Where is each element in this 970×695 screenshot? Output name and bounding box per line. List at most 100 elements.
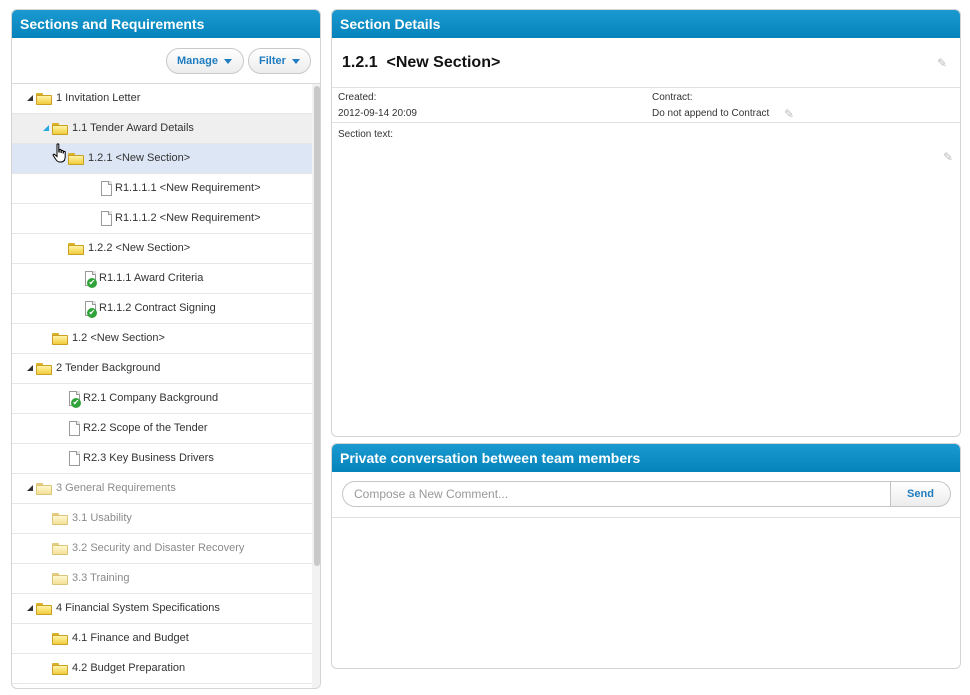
tree-row[interactable]: ✔ R1.1.1 Award Criteria [12, 264, 312, 294]
check-icon: ✔ [71, 398, 81, 408]
check-icon: ✔ [87, 308, 97, 318]
created-label: Created: [338, 92, 377, 103]
document-icon [69, 421, 80, 436]
folder-icon [52, 123, 68, 135]
tree-row-label: R1.1.1 Award Criteria [99, 272, 204, 284]
sections-panel: Sections and Requirements Manage Filter … [11, 9, 321, 689]
folder-icon [52, 633, 68, 645]
section-name: <New Section> [386, 54, 501, 71]
tree-row-label: R1.1.2 Contract Signing [99, 302, 216, 314]
document-icon: ✔ [69, 391, 81, 408]
section-details-header: Section Details [332, 10, 960, 38]
tree-row-label: 1.2.2 <New Section> [88, 242, 191, 254]
tree-row-label: 2 Tender Background [56, 362, 161, 374]
tree-row[interactable]: R1.1.1.2 <New Requirement> [12, 204, 312, 234]
tree-row[interactable]: 4.1 Finance and Budget [12, 624, 312, 654]
send-button[interactable]: Send [890, 481, 951, 507]
tree-row[interactable]: R2.2 Scope of the Tender [12, 414, 312, 444]
conversation-header: Private conversation between team member… [332, 444, 960, 472]
tree-row[interactable]: 3.1 Usability [12, 504, 312, 534]
tree-row-label: 3 General Requirements [56, 482, 176, 494]
check-icon: ✔ [87, 278, 97, 288]
hand-cursor-icon [52, 143, 66, 163]
tree-row[interactable]: 3.2 Security and Disaster Recovery [12, 534, 312, 564]
folder-icon [52, 513, 68, 525]
filter-button-label: Filter [259, 55, 286, 67]
manage-button[interactable]: Manage [166, 48, 244, 74]
section-meta: Created: 2012-09-14 20:09 Contract: Do n… [332, 88, 960, 123]
compose-row: Compose a New Comment... Send [332, 472, 960, 518]
tree-row-label: 1.2 <New Section> [72, 332, 165, 344]
tree-row[interactable]: ✔ R1.1.2 Contract Signing [12, 294, 312, 324]
contract-value: Do not append to Contract [652, 108, 770, 119]
tree-row-label: R1.1.1.1 <New Requirement> [115, 182, 261, 194]
filter-button[interactable]: Filter [248, 48, 311, 74]
contract-label: Contract: [652, 92, 693, 103]
created-value: 2012-09-14 20:09 [338, 108, 417, 119]
tree-row[interactable]: R1.1.1.1 <New Requirement> [12, 174, 312, 204]
section-number: 1.2.1 [342, 54, 378, 71]
folder-icon [68, 153, 84, 165]
tree-row[interactable]: R2.3 Key Business Drivers [12, 444, 312, 474]
collapse-arrow-icon[interactable] [27, 365, 33, 371]
manage-button-label: Manage [177, 55, 218, 67]
pencil-icon[interactable]: ✎ [943, 151, 955, 163]
tree-row-label: 3.2 Security and Disaster Recovery [72, 542, 245, 554]
tree-row-label: 4 Financial System Specifications [56, 602, 220, 614]
folder-icon [36, 603, 52, 615]
compose-comment-input[interactable]: Compose a New Comment... [342, 481, 890, 507]
folder-icon [52, 333, 68, 345]
conversation-panel: Private conversation between team member… [331, 443, 961, 669]
section-details-panel: Section Details 1.2.1 <New Section> ✎ Cr… [331, 9, 961, 437]
tree-scrollbar[interactable] [312, 84, 320, 688]
tree-row-label: R2.3 Key Business Drivers [83, 452, 214, 464]
collapse-arrow-icon[interactable] [43, 125, 49, 131]
collapse-arrow-icon[interactable] [27, 485, 33, 491]
tree-row[interactable]: 1.1 Tender Award Details [12, 114, 312, 144]
document-icon: ✔ [85, 301, 97, 318]
pencil-icon[interactable]: ✎ [784, 108, 796, 120]
tree-row[interactable]: 2 Tender Background [12, 354, 312, 384]
tree-row[interactable]: 1.2.2 <New Section> [12, 234, 312, 264]
folder-icon [36, 483, 52, 495]
tree-row[interactable]: 3 General Requirements [12, 474, 312, 504]
tree-row-label: R2.1 Company Background [83, 392, 219, 404]
tree-row-label: 4.1 Finance and Budget [72, 632, 189, 644]
collapse-arrow-icon[interactable] [27, 605, 33, 611]
tree-row-label: R2.2 Scope of the Tender [83, 422, 208, 434]
tree-row[interactable]: 4.2 Budget Preparation [12, 654, 312, 684]
document-icon [101, 211, 112, 226]
tree-row[interactable]: 4 Financial System Specifications [12, 594, 312, 624]
document-icon: ✔ [85, 271, 97, 288]
tree-scrollbar-thumb[interactable] [314, 86, 320, 566]
tree-row[interactable]: 3.3 Training [12, 564, 312, 594]
section-title: 1.2.1 <New Section> ✎ [332, 38, 960, 88]
pencil-icon[interactable]: ✎ [937, 57, 949, 69]
comments-list [332, 518, 960, 668]
folder-icon [36, 93, 52, 105]
folder-icon [68, 243, 84, 255]
tree-row-label: R1.1.1.2 <New Requirement> [115, 212, 261, 224]
folder-icon [52, 543, 68, 555]
document-icon [69, 451, 80, 466]
sections-panel-header: Sections and Requirements [12, 10, 320, 38]
folder-icon [52, 663, 68, 675]
tree-row-label: 3.3 Training [72, 572, 130, 584]
folder-icon [52, 573, 68, 585]
sections-toolbar: Manage Filter [12, 38, 320, 84]
sections-tree: 1 Invitation Letter 1.1 Tender Award Deta… [12, 84, 312, 688]
section-text-area[interactable]: Section text: ✎ [332, 123, 960, 323]
section-text-label: Section text: [338, 129, 394, 140]
tree-row-label: 1.2.1 <New Section> [88, 152, 191, 164]
tree-row[interactable]: ✔ R2.1 Company Background [12, 384, 312, 414]
folder-icon [36, 363, 52, 375]
tree-row-label: 1.1 Tender Award Details [72, 122, 194, 134]
collapse-arrow-icon[interactable] [27, 95, 33, 101]
tree-row-label: 4.2 Budget Preparation [72, 662, 186, 674]
tree-row[interactable]: 1 Invitation Letter [12, 84, 312, 114]
document-icon [101, 181, 112, 196]
tree-row-label: 1 Invitation Letter [56, 92, 141, 104]
tree-row-label: 3.1 Usability [72, 512, 132, 524]
chevron-down-icon [223, 58, 232, 64]
tree-row[interactable]: 1.2 <New Section> [12, 324, 312, 354]
